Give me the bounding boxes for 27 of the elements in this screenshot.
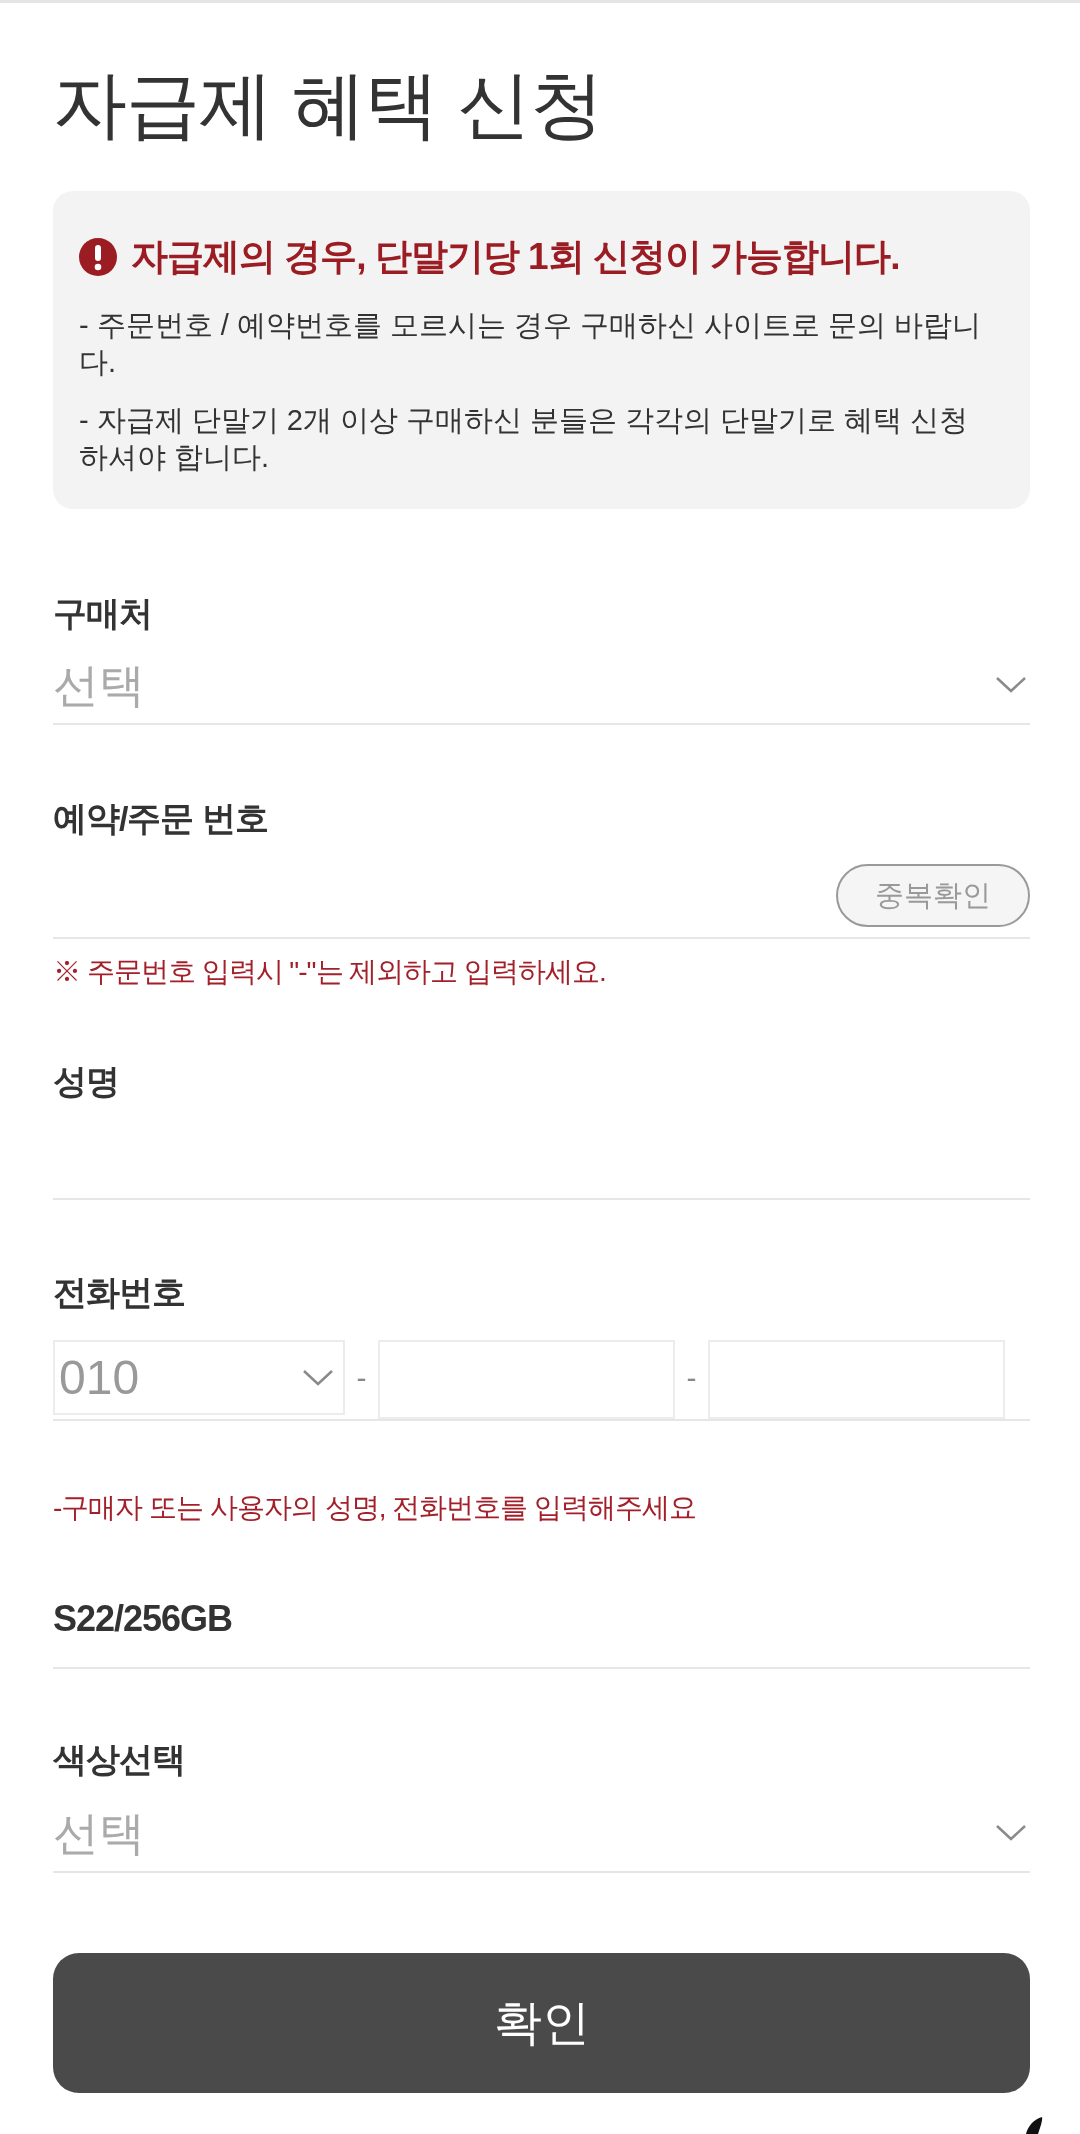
product-name: S22/256GB bbox=[53, 1598, 233, 1639]
field-label: 구매처 bbox=[53, 594, 152, 632]
hint-text: -구매자 또는 사용자의 성명, 전화번호를 입력해주세요 bbox=[53, 1492, 696, 1523]
dash-separator: - bbox=[686, 1360, 697, 1396]
chevron-down-icon bbox=[996, 677, 1026, 693]
chevron-down-icon bbox=[303, 1369, 333, 1386]
select-field[interactable]: 선택 bbox=[53, 647, 1030, 725]
notice-heading: 자급제의 경우, 단말기당 1회 신청이 가능합니다. bbox=[131, 235, 900, 279]
phone-prefix-select[interactable]: 010 bbox=[53, 1340, 345, 1415]
phone-input-field[interactable] bbox=[708, 1340, 1005, 1419]
page-title: 자급제 혜택 신청 bbox=[53, 65, 604, 145]
field-label: 전화번호 bbox=[53, 1273, 185, 1311]
order-number-field[interactable]: 중복확인 bbox=[53, 849, 1030, 939]
notice-text: - 자급제 단말기 2개 이상 구매하신 분들은 각각의 단말기로 혜택 신청 하셔야 합니다. bbox=[79, 403, 970, 475]
field-label: 성명 bbox=[53, 1062, 119, 1100]
exclamation-icon bbox=[79, 238, 117, 276]
corner-stroke-icon bbox=[1024, 2116, 1044, 2134]
duplicate-check-button[interactable]: 중복확인 bbox=[836, 864, 1030, 927]
field-label: 색상선택 bbox=[53, 1740, 185, 1778]
phone-input-field[interactable] bbox=[378, 1340, 675, 1419]
select-field[interactable]: 선택 bbox=[53, 1795, 1030, 1873]
dash-separator: - bbox=[356, 1360, 367, 1396]
confirm-button[interactable]: 확인 bbox=[53, 1953, 1030, 2093]
chevron-down-icon bbox=[996, 1825, 1026, 1841]
field-label: 예약/주문 번호 bbox=[53, 799, 268, 837]
hint-text: ※ 주문번호 입력시 "-"는 제외하고 입력하세요. bbox=[53, 956, 606, 987]
notice-text: - 주문번호 / 예약번호를 모르시는 경우 구매하신 사이트로 문의 바랍니다. bbox=[79, 308, 983, 380]
